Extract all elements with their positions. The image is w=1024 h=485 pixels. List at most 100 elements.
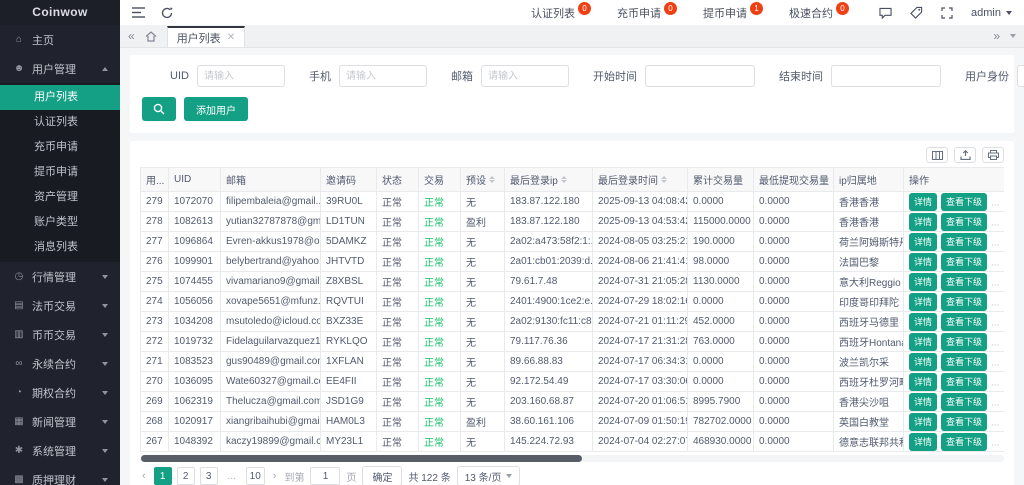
filter-field: 结束时间 [779, 65, 941, 87]
prev-page-icon[interactable]: ‹ [140, 470, 148, 482]
page-button[interactable]: 3 [200, 467, 218, 485]
sort-icon[interactable] [489, 176, 495, 183]
user-dropdown[interactable]: admin [971, 7, 1012, 19]
horizontal-scrollbar[interactable] [140, 455, 1004, 462]
header-menu-item[interactable]: 极速合约0 [789, 5, 849, 21]
view-subordinates-button[interactable]: 查看下级 [941, 433, 987, 451]
header-menu-item[interactable]: 提币申请1 [703, 5, 763, 21]
more-actions: ... [991, 257, 999, 268]
goto-page-input[interactable] [310, 467, 340, 485]
cell-preset: 无 [461, 232, 505, 252]
tag-icon[interactable] [910, 6, 923, 19]
user-role-select[interactable]: 所有 [1017, 65, 1024, 87]
add-user-button[interactable]: 添加用户 [184, 97, 248, 121]
details-button[interactable]: 详情 [909, 213, 937, 231]
sidebar-item[interactable]: ▤法币交易 [0, 291, 120, 320]
more-actions: ... [991, 197, 999, 208]
home-tab-icon[interactable] [145, 31, 157, 42]
view-subordinates-button[interactable]: 查看下级 [941, 193, 987, 211]
sidebar-subitem[interactable]: 提币申请 [0, 160, 120, 185]
next-page-icon[interactable]: › [271, 470, 279, 482]
column-header[interactable]: 最后登录ip [505, 168, 593, 192]
options-icon: ◔ [12, 387, 26, 398]
cell-ip_location: 波兰凯尔采 [834, 352, 904, 372]
sidebar-subitem[interactable]: 账户类型 [0, 210, 120, 235]
view-subordinates-button[interactable]: 查看下级 [941, 393, 987, 411]
export-icon[interactable] [954, 147, 976, 163]
filter-input[interactable] [197, 65, 285, 87]
scroll-tabs-left-icon[interactable]: « [128, 30, 135, 42]
details-button[interactable]: 详情 [909, 233, 937, 251]
sidebar-item[interactable]: ✱系统管理 [0, 436, 120, 465]
view-subordinates-button[interactable]: 查看下级 [941, 313, 987, 331]
sort-icon[interactable] [561, 176, 567, 183]
close-icon[interactable]: ✕ [227, 32, 235, 43]
collapse-menu-icon[interactable] [132, 7, 145, 18]
view-subordinates-button[interactable]: 查看下级 [941, 273, 987, 291]
details-button[interactable]: 详情 [909, 313, 937, 331]
cell-uid: 1072070 [169, 192, 221, 212]
print-icon[interactable] [982, 147, 1004, 163]
header-menu-item[interactable]: 充币申请0 [617, 5, 677, 21]
sidebar-subitem[interactable]: 资产管理 [0, 185, 120, 210]
view-subordinates-button[interactable]: 查看下级 [941, 333, 987, 351]
message-icon[interactable] [879, 7, 892, 19]
filter-input[interactable] [481, 65, 569, 87]
view-subordinates-button[interactable]: 查看下级 [941, 293, 987, 311]
cell-min_withdraw_volume: 0.0000 [754, 312, 834, 332]
fullscreen-icon[interactable] [941, 7, 953, 19]
filter-input[interactable] [645, 65, 755, 87]
page-button[interactable]: 1 [154, 467, 172, 485]
sidebar-item[interactable]: ▦新闻管理 [0, 407, 120, 436]
sidebar-subitem[interactable]: 用户列表 [0, 85, 120, 110]
sidebar-subitem[interactable]: 认证列表 [0, 110, 120, 135]
details-button[interactable]: 详情 [909, 333, 937, 351]
sidebar-item[interactable]: ◔期权合约 [0, 378, 120, 407]
details-button[interactable]: 详情 [909, 293, 937, 311]
tab-user-list[interactable]: 用户列表 ✕ [167, 26, 245, 47]
view-subordinates-button[interactable]: 查看下级 [941, 413, 987, 431]
details-button[interactable]: 详情 [909, 353, 937, 371]
scroll-tabs-right-icon[interactable]: » [993, 30, 1000, 42]
view-subordinates-button[interactable]: 查看下级 [941, 213, 987, 231]
filter-label: 结束时间 [779, 68, 823, 84]
sidebar-item-label: 系统管理 [32, 443, 76, 459]
page-button[interactable]: 10 [246, 467, 265, 485]
sidebar-item[interactable]: ⌂主页 [0, 25, 120, 54]
sidebar-subitem[interactable]: 消息列表 [0, 235, 120, 260]
details-button[interactable]: 详情 [909, 273, 937, 291]
sidebar-item[interactable]: ☻用户管理 [0, 54, 120, 83]
sidebar-item[interactable]: ▥币币交易 [0, 320, 120, 349]
search-button[interactable] [142, 97, 176, 121]
view-subordinates-button[interactable]: 查看下级 [941, 233, 987, 251]
details-button[interactable]: 详情 [909, 373, 937, 391]
sidebar-subitem[interactable]: 充币申请 [0, 135, 120, 160]
details-button[interactable]: 详情 [909, 253, 937, 271]
confirm-button[interactable]: 确定 [362, 466, 402, 485]
view-subordinates-button[interactable]: 查看下级 [941, 253, 987, 271]
refresh-icon[interactable] [161, 7, 173, 19]
columns-icon[interactable] [926, 147, 948, 163]
tabs-menu-icon[interactable] [1010, 34, 1016, 38]
page-size-select[interactable]: 13 条/页 [457, 466, 521, 485]
cell-email: Thelucza@gmail.com [221, 392, 321, 412]
filter-input[interactable] [339, 65, 427, 87]
details-button[interactable]: 详情 [909, 413, 937, 431]
page-button[interactable]: 2 [177, 467, 195, 485]
details-button[interactable]: 详情 [909, 393, 937, 411]
sidebar-item[interactable]: ∞永续合约 [0, 349, 120, 378]
view-subordinates-button[interactable]: 查看下级 [941, 353, 987, 371]
view-subordinates-button[interactable]: 查看下级 [941, 373, 987, 391]
details-button[interactable]: 详情 [909, 193, 937, 211]
column-label: 累计交易量 [693, 172, 743, 187]
column-header[interactable]: 最后登录时间 [593, 168, 688, 192]
details-button[interactable]: 详情 [909, 433, 937, 451]
sidebar-item[interactable]: ◷行情管理 [0, 262, 120, 291]
sort-icon[interactable] [661, 176, 667, 183]
cell-status: 正常 [377, 392, 419, 412]
column-header[interactable]: 预设 [461, 168, 505, 192]
scrollbar-thumb[interactable] [141, 455, 582, 462]
sidebar-item[interactable]: ▩质押理财 [0, 465, 120, 485]
header-menu-item[interactable]: 认证列表0 [531, 5, 591, 21]
filter-input[interactable] [831, 65, 941, 87]
